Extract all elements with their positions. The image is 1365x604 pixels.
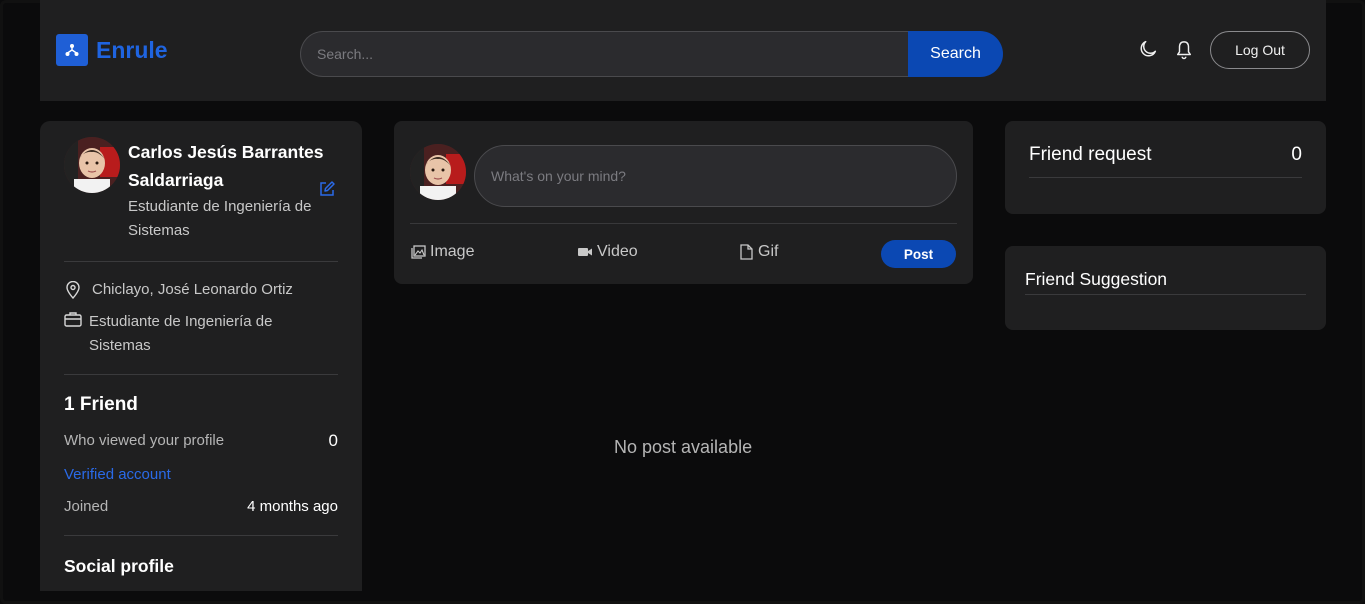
briefcase-icon — [64, 312, 82, 327]
add-video-button[interactable]: Video — [577, 243, 638, 261]
search-input[interactable] — [300, 31, 908, 77]
divider — [64, 535, 338, 536]
search-bar: Search — [300, 31, 1003, 77]
profile-occupation: Estudiante de Ingeniería de Sistemas — [89, 313, 273, 354]
video-label: Video — [597, 243, 638, 260]
friend-suggestion-title: Friend Suggestion — [1025, 269, 1168, 289]
network-icon — [56, 34, 88, 66]
top-navbar: Enrule Search Log Out — [40, 0, 1326, 101]
add-image-button[interactable]: Image — [410, 243, 474, 261]
gif-file-icon — [740, 244, 753, 260]
divider — [64, 261, 338, 262]
post-button[interactable]: Post — [881, 240, 956, 268]
profile-role: Estudiante de Ingeniería de Sistemas — [128, 198, 312, 239]
friend-request-card: Friend request 0 — [1005, 121, 1326, 214]
bell-icon[interactable] — [1175, 40, 1193, 60]
add-gif-button[interactable]: Gif — [738, 243, 778, 261]
divider — [1025, 294, 1306, 295]
divider — [1029, 177, 1302, 178]
image-icon — [411, 245, 426, 259]
profile-views-value: 0 — [328, 431, 338, 450]
brand-name: Enrule — [96, 36, 168, 63]
gif-label: Gif — [758, 243, 779, 260]
social-profile-title: Social profile — [64, 556, 174, 576]
video-camera-icon — [578, 248, 592, 256]
edit-icon[interactable] — [318, 180, 336, 198]
empty-feed-message: No post available — [614, 437, 753, 457]
profile-name: Carlos Jesús Barrantes Saldarriaga — [128, 142, 324, 190]
friend-suggestion-card: Friend Suggestion — [1005, 246, 1326, 330]
profile-avatar[interactable] — [64, 137, 120, 193]
location-pin-icon — [66, 281, 80, 299]
composer-avatar — [410, 144, 466, 200]
friend-request-count: 0 — [1291, 144, 1302, 165]
friend-request-title: Friend request — [1029, 144, 1152, 165]
profile-views-label: Who viewed your profile — [64, 432, 225, 449]
joined-value: 4 months ago — [247, 498, 338, 515]
logout-button[interactable]: Log Out — [1210, 31, 1310, 69]
profile-card: Carlos Jesús Barrantes Saldarriaga Estud… — [40, 121, 362, 591]
joined-label: Joined — [64, 498, 109, 515]
image-label: Image — [430, 243, 475, 260]
post-composer: Image Video Gif Post — [394, 121, 973, 284]
moon-icon[interactable] — [1137, 38, 1159, 60]
brand-logo[interactable]: Enrule — [56, 34, 168, 66]
profile-location: Chiclayo, José Leonardo Ortiz — [92, 281, 293, 298]
divider — [410, 223, 957, 224]
post-text-input[interactable] — [474, 145, 957, 207]
search-button[interactable]: Search — [908, 31, 1003, 77]
friends-count[interactable]: 1 Friend — [64, 394, 138, 416]
verified-account-link[interactable]: Verified account — [64, 466, 171, 483]
divider — [64, 374, 338, 375]
